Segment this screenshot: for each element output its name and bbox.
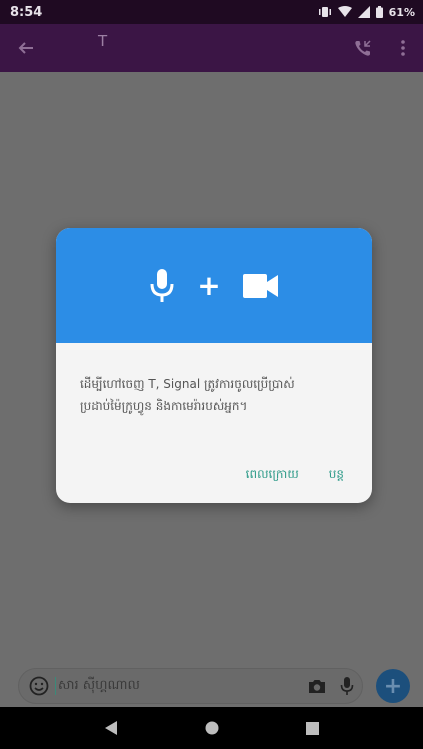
arrow-left-icon — [18, 42, 33, 54]
microphone-icon — [340, 677, 354, 695]
battery-level: 61% — [388, 5, 415, 19]
permission-dialog: + ដើម្បីហៅចេញ T, Signal ត្រូវការចូលប្រើប… — [56, 228, 372, 503]
dialog-header: + — [56, 228, 372, 343]
status-time: 8:54 — [10, 4, 43, 20]
camera-icon — [309, 680, 325, 693]
video-camera-icon — [242, 273, 278, 298]
signal-icon — [357, 6, 370, 18]
phone-call-icon — [355, 40, 371, 56]
system-nav-bar — [0, 707, 423, 749]
overflow-menu-button[interactable] — [383, 24, 423, 72]
conversation-title[interactable]: T — [98, 32, 343, 50]
emoji-icon[interactable] — [29, 676, 49, 696]
nav-home-icon[interactable] — [205, 721, 219, 735]
battery-icon — [375, 6, 383, 18]
dialog-message: ដើម្បីហៅចេញ T, Signal ត្រូវការចូលប្រើប្រ… — [80, 377, 295, 413]
plus-sign: + — [197, 268, 221, 302]
call-button[interactable] — [343, 24, 383, 72]
conversation-toolbar: T — [0, 24, 423, 72]
continue-button[interactable]: បន្ត — [329, 466, 344, 484]
dialog-actions: ពេលក្រោយ បន្ត — [246, 466, 344, 484]
voice-note-button[interactable] — [332, 676, 362, 696]
add-attachment-button[interactable]: + — [376, 669, 410, 703]
vibrate-icon — [318, 7, 331, 17]
message-composer[interactable]: សារ ស៊ីហ្គណាល — [18, 668, 363, 704]
status-bar: 8:54 61% — [0, 0, 423, 24]
status-icons: 61% — [318, 6, 415, 19]
back-button[interactable] — [4, 24, 48, 72]
text-cursor — [55, 677, 56, 695]
wifi-icon — [337, 6, 352, 17]
later-button[interactable]: ពេលក្រោយ — [246, 466, 299, 484]
message-input[interactable]: សារ ស៊ីហ្គណាល — [58, 677, 302, 696]
nav-recents-icon[interactable] — [306, 721, 320, 735]
more-vert-icon — [401, 40, 405, 56]
microphone-icon — [150, 268, 174, 302]
camera-button[interactable] — [302, 678, 332, 694]
nav-back-icon[interactable] — [104, 720, 118, 736]
